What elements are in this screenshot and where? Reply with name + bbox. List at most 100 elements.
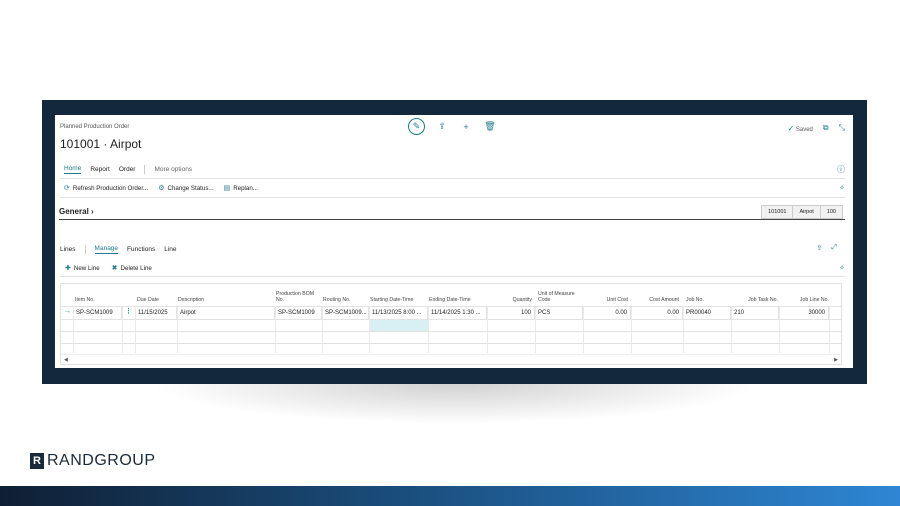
replan-button[interactable]: ▤ Replan...	[224, 184, 258, 193]
new-line-button[interactable]: ✚ New Line	[65, 264, 100, 273]
col-divider	[177, 306, 178, 353]
share-icon[interactable]: ⇪	[817, 244, 823, 252]
tab-more-options[interactable]: More options	[154, 166, 192, 173]
horizontal-scrollbar[interactable]: ◀ ▶	[61, 354, 841, 364]
col-divider	[322, 306, 323, 353]
col-divider	[369, 306, 370, 353]
scroll-right-icon[interactable]: ▶	[834, 357, 838, 363]
lines-tabs: Lines Manage Functions Line	[60, 245, 177, 254]
tab-separator	[144, 165, 146, 174]
footer-band	[0, 486, 900, 506]
action-bar: ⟳ Refresh Production Order... ⚙ Change Sta…	[60, 178, 845, 198]
new-line-icon: ✚	[65, 265, 71, 272]
cell-description[interactable]: Airpot	[177, 307, 275, 319]
col-divider	[122, 306, 123, 353]
summary-order-no: 101001	[762, 206, 794, 218]
col-cost-amount[interactable]: Cost Amount	[631, 284, 679, 306]
tab-home[interactable]: Home	[64, 165, 82, 174]
col-divider	[487, 306, 488, 353]
frame-shadow	[150, 384, 760, 424]
open-new-window-icon[interactable]: ⧉	[823, 123, 829, 133]
lines-toolbar-icons: ⇪ ⤢	[817, 244, 837, 252]
col-divider	[275, 306, 276, 353]
breadcrumb: Planned Production Order	[60, 124, 130, 130]
summary-description: Airpot	[793, 206, 821, 218]
col-divider	[683, 306, 684, 353]
col-starting-date-time[interactable]: Starting Date-Time	[370, 284, 427, 306]
top-bar: Planned Production Order ✎ ⇪ + 🗑 ✓ Saved…	[60, 118, 845, 135]
cell-job-no[interactable]: PR00040	[683, 307, 731, 319]
selected-cell	[369, 319, 428, 331]
row-menu-icon[interactable]: ⋮	[125, 307, 132, 315]
refresh-production-order-button[interactable]: ⟳ Refresh Production Order...	[64, 184, 148, 193]
col-divider	[631, 306, 632, 353]
col-job-task-no[interactable]: Job Task No.	[731, 284, 778, 306]
expand-icon[interactable]: ⤢	[831, 244, 837, 252]
pin-icon[interactable]: ✧	[839, 264, 845, 272]
change-status-icon: ⚙	[158, 185, 165, 192]
col-divider	[535, 306, 536, 353]
general-summary: 101001 Airpot 100	[761, 205, 843, 219]
randgroup-logo: R RANDGROUP	[30, 452, 156, 470]
col-divider	[583, 306, 584, 353]
row-divider	[61, 319, 841, 320]
col-divider	[829, 306, 830, 353]
add-icon[interactable]: +	[459, 122, 473, 132]
col-divider	[73, 306, 74, 353]
tab-functions[interactable]: Functions	[127, 246, 155, 253]
cell-unit-of-measure-code[interactable]: PCS	[535, 307, 583, 319]
col-due-date[interactable]: Due Date	[137, 284, 175, 306]
tab-manage[interactable]: Manage	[94, 245, 119, 254]
tab-separator	[84, 245, 86, 254]
col-divider	[779, 306, 780, 353]
pin-icon[interactable]: ✧	[839, 184, 845, 192]
col-production-bom-no[interactable]: Production BOM No.	[276, 284, 320, 306]
col-ending-date-time[interactable]: Ending Date-Time	[429, 284, 486, 306]
col-unit-cost[interactable]: Unit Cost	[584, 284, 628, 306]
change-status-button[interactable]: ⚙ Change Status...	[158, 184, 213, 193]
cell-cost-amount[interactable]: 0.00	[631, 307, 683, 319]
col-item-no[interactable]: Item No.	[75, 284, 125, 306]
cell-due-date[interactable]: 11/15/2025	[135, 307, 177, 319]
general-section-header[interactable]: General ›	[59, 207, 94, 216]
page-title: 101001 · Airpot	[60, 137, 142, 151]
cell-unit-cost[interactable]: 0.00	[583, 307, 631, 319]
info-icon[interactable]: ⓘ	[837, 164, 845, 175]
scroll-left-icon[interactable]: ◀	[64, 357, 68, 363]
tab-line[interactable]: Line	[164, 246, 176, 253]
refresh-icon: ⟳	[64, 185, 70, 192]
production-order-page: Planned Production Order ✎ ⇪ + 🗑 ✓ Saved…	[55, 115, 853, 368]
cell-starting-date-time[interactable]: 11/13/2025 8:00 ...	[369, 307, 428, 319]
lines-action-bar: ✚ New Line ✖ Delete Line ✧	[60, 260, 845, 277]
share-icon[interactable]: ⇪	[435, 121, 449, 132]
col-routing-no[interactable]: Routing No.	[323, 284, 368, 306]
tab-order[interactable]: Order	[119, 166, 136, 173]
cell-quantity[interactable]: 100	[487, 307, 535, 319]
tab-report[interactable]: Report	[90, 166, 110, 173]
cell-routing-no[interactable]: SP-SCM1009...	[322, 307, 369, 319]
pencil-icon: ✎	[412, 121, 421, 131]
checkmark-icon: ✓	[787, 123, 795, 133]
delete-line-button[interactable]: ✖ Delete Line	[112, 264, 152, 273]
col-unit-of-measure-code[interactable]: Unit of Measure Code	[538, 284, 582, 306]
delete-icon[interactable]: 🗑	[483, 121, 497, 132]
section-divider	[59, 219, 845, 220]
current-row-arrow-icon: →	[64, 308, 71, 315]
lines-label: Lines	[60, 246, 76, 253]
lines-grid: Item No. Due Date Description Production…	[60, 283, 842, 365]
cell-job-task-no[interactable]: 210	[731, 307, 779, 319]
col-description[interactable]: Description	[178, 284, 273, 306]
col-job-line-no[interactable]: Job Line No.	[781, 284, 829, 306]
col-job-no[interactable]: Job No.	[686, 284, 730, 306]
cell-item-no[interactable]: SP-SCM1009	[73, 307, 122, 319]
cell-ending-date-time[interactable]: 11/14/2025 1:30 ...	[428, 307, 487, 319]
cell-job-line-no[interactable]: 30000	[779, 307, 829, 319]
chevron-right-icon: ›	[91, 207, 94, 216]
action-tabs: Home Report Order More options	[64, 165, 192, 174]
col-divider	[428, 306, 429, 353]
collapse-icon[interactable]: ⤡	[839, 123, 845, 133]
edit-button[interactable]: ✎	[408, 118, 425, 135]
cell-production-bom-no[interactable]: SP-SCM1009	[275, 307, 322, 319]
col-divider	[731, 306, 732, 353]
col-quantity[interactable]: Quantity	[488, 284, 532, 306]
